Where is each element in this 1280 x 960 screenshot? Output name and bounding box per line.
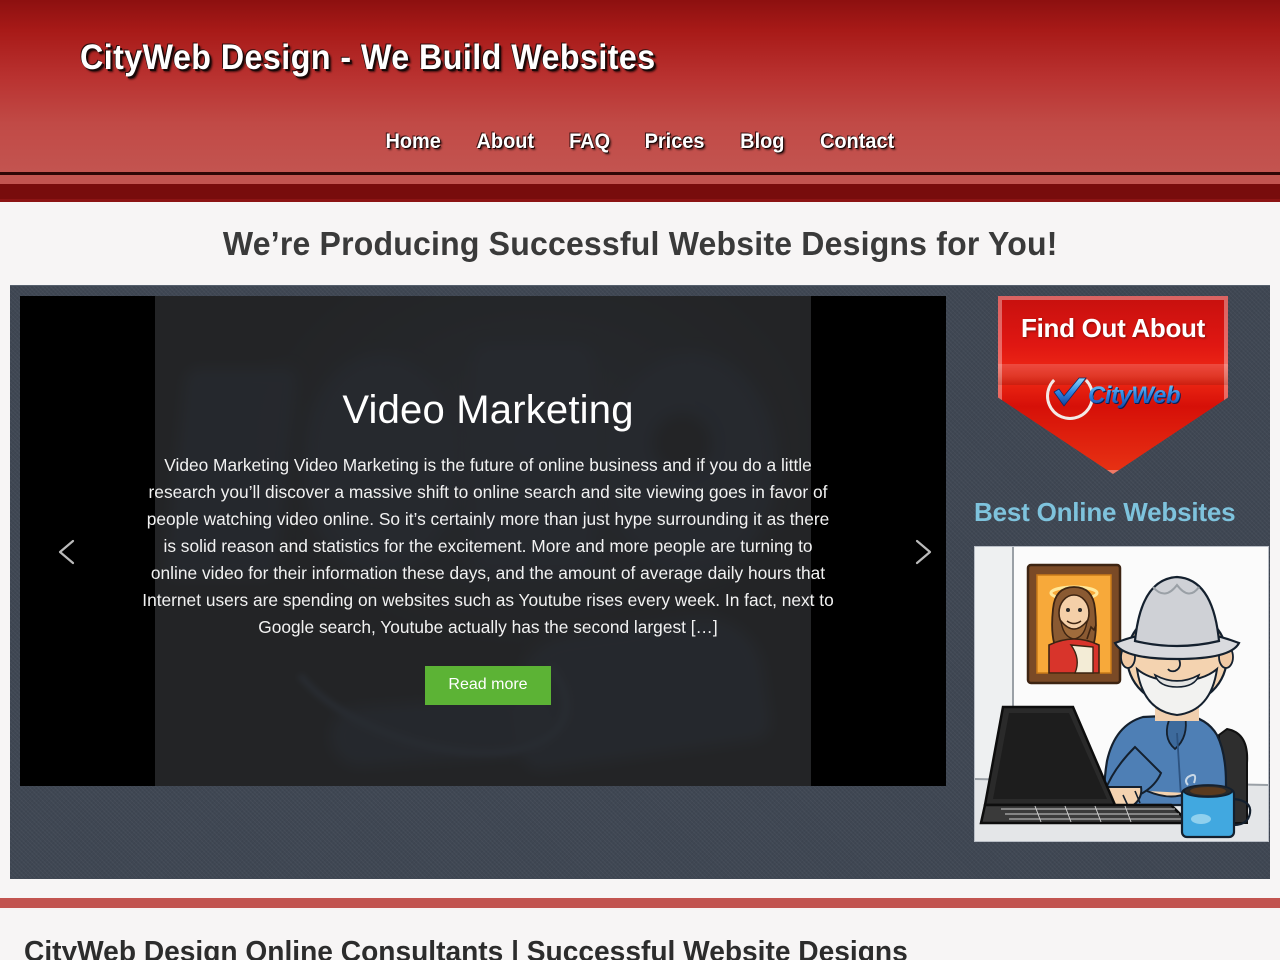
cityweb-logo-text: CityWeb [1087, 382, 1181, 409]
slide-excerpt: Video Marketing Video Marketing is the f… [142, 455, 834, 637]
site-header: CityWeb Design - We Build Websites Home … [0, 0, 1280, 172]
chevron-right-icon[interactable] [904, 534, 940, 570]
nav-item-blog[interactable]: Blog [740, 130, 784, 154]
nav-item-faq[interactable]: FAQ [569, 130, 610, 154]
bottom-section-title: CityWeb Design Online Consultants | Succ… [24, 936, 908, 960]
feature-panel: Video Marketing Video Marketing Video Ma… [10, 285, 1270, 879]
stripe-deep-red [0, 184, 1280, 199]
feature-band: Video Marketing Video Marketing Video Ma… [0, 285, 1280, 887]
feature-sidebar: Find Out About CityWeb Best Online Websi… [956, 286, 1270, 879]
cityweb-logo: CityWeb [998, 372, 1228, 420]
read-more-button[interactable]: Read more [425, 666, 551, 705]
page-headline-band: We’re Producing Successful Website Desig… [0, 202, 1280, 285]
bottom-section: CityWeb Design Online Consultants | Succ… [0, 898, 1280, 960]
slide-content: Video Marketing Video Marketing Video Ma… [130, 388, 846, 705]
slide-title: Video Marketing [342, 388, 634, 432]
sidebar-heading: Best Online Websites [974, 497, 1236, 527]
bottom-divider-rule [0, 898, 1280, 908]
header-divider-stripes [0, 172, 1280, 202]
bottom-card: CityWeb Design Online Consultants | Succ… [10, 908, 1270, 960]
chevron-left-icon[interactable] [50, 534, 86, 570]
blue-checkmark-icon [1045, 372, 1094, 420]
site-title: CityWeb Design - We Build Websites [80, 38, 656, 77]
nav-item-home[interactable]: Home [385, 130, 440, 154]
nav-item-about[interactable]: About [476, 130, 534, 154]
find-out-about-badge[interactable]: Find Out About CityWeb [998, 296, 1228, 474]
hero-slider[interactable]: Video Marketing Video Marketing Video Ma… [20, 296, 946, 786]
sidebar-illustration [974, 545, 1269, 842]
nav-item-prices[interactable]: Prices [645, 130, 705, 154]
page-title: We’re Producing Successful Website Desig… [222, 224, 1058, 262]
badge-title: Find Out About [1021, 313, 1205, 343]
nav-item-contact[interactable]: Contact [820, 130, 894, 154]
stripe-light-red [0, 175, 1280, 184]
main-navigation: Home About FAQ Prices Blog Contact [0, 130, 1280, 154]
